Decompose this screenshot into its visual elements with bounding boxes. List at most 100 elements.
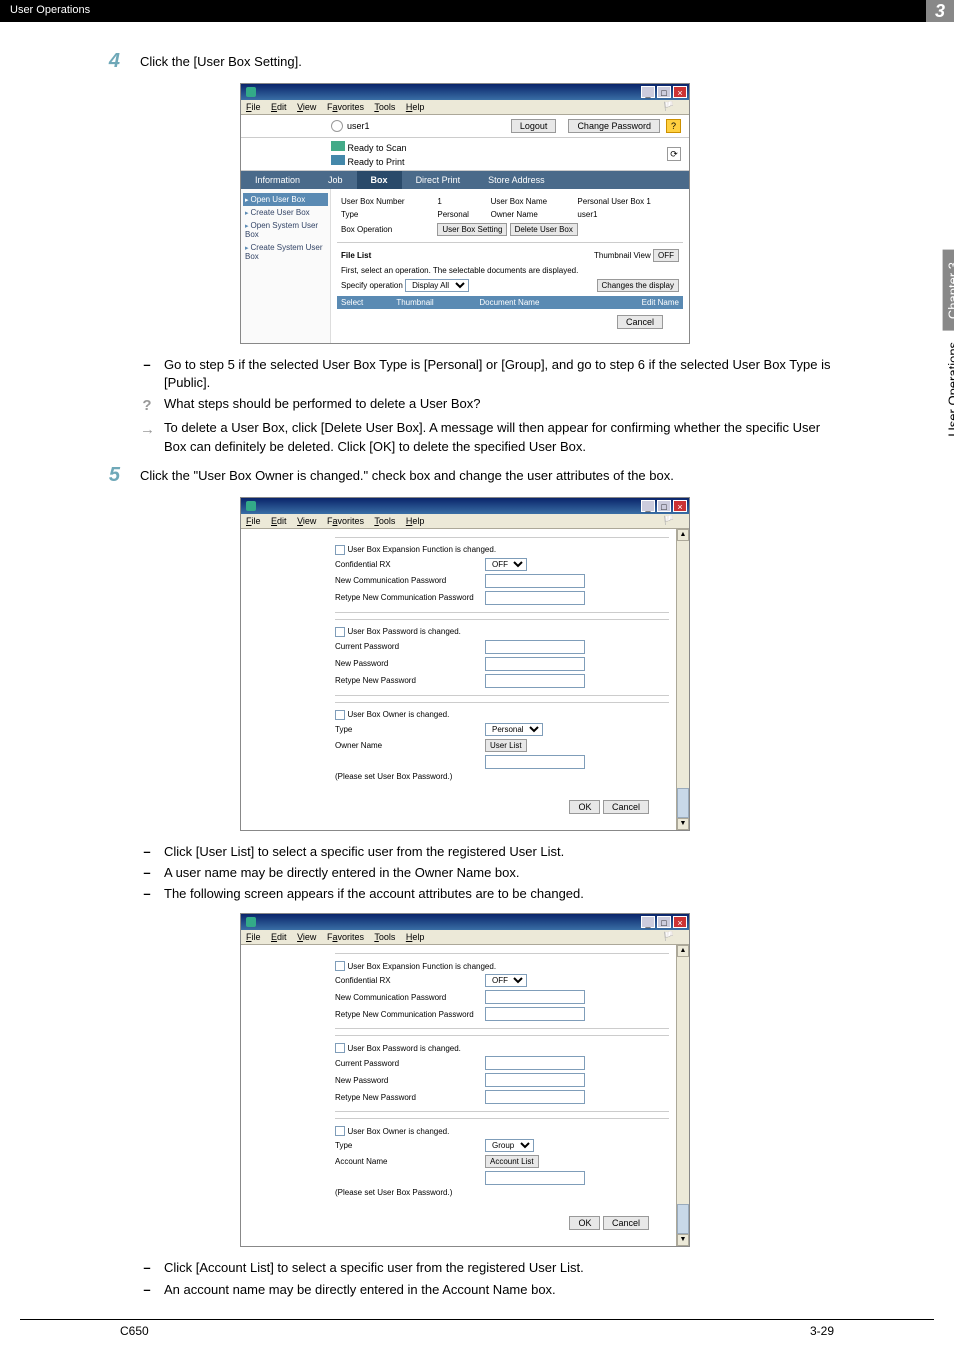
minimize-icon[interactable]: _	[641, 86, 655, 98]
cancel-button[interactable]: Cancel	[617, 315, 663, 329]
retype-password-input[interactable]	[485, 674, 585, 688]
menu-view[interactable]: View	[297, 102, 316, 112]
changes-display-button[interactable]: Changes the display	[597, 279, 680, 292]
user-icon	[331, 120, 343, 132]
user-list-button[interactable]: User List	[485, 739, 527, 752]
instruction-text: First, select an operation. The selectab…	[337, 264, 683, 277]
note-text: To delete a User Box, click [Delete User…	[164, 419, 844, 455]
specify-operation-select[interactable]: Display All	[405, 279, 469, 292]
sidebar-item-create-system-box[interactable]: Create System User Box	[243, 241, 328, 263]
step-4: 4 Click the [User Box Setting].	[100, 50, 844, 73]
new-comm-password-input[interactable]	[485, 574, 585, 588]
label-owner: Owner Name	[487, 208, 574, 221]
checkbox-owner[interactable]	[335, 1126, 345, 1136]
label-password-changed: User Box Password is changed.	[348, 1044, 498, 1053]
minimize-icon[interactable]: _	[641, 916, 655, 928]
dash-icon: –	[140, 356, 154, 392]
scrollbar-thumb[interactable]	[677, 1204, 689, 1234]
refresh-button[interactable]: ⟳	[667, 147, 681, 161]
step-text: Click the [User Box Setting].	[140, 50, 844, 69]
ok-button[interactable]: OK	[569, 800, 600, 814]
retype-password-input[interactable]	[485, 1090, 585, 1104]
menu-tools[interactable]: Tools	[374, 932, 395, 942]
menu-favorites[interactable]: Favorites	[327, 516, 364, 526]
scrollbar-up[interactable]: ▲	[677, 945, 689, 957]
sidebar-item-open-system-box[interactable]: Open System User Box	[243, 219, 328, 241]
label-confidential-rx: Confidential RX	[335, 976, 485, 985]
tab-job[interactable]: Job	[314, 171, 357, 189]
menu-favorites[interactable]: Favorites	[327, 102, 364, 112]
sidebar-item-create-user-box[interactable]: Create User Box	[243, 206, 328, 219]
checkbox-password[interactable]	[335, 1043, 345, 1053]
menu-file[interactable]: File	[246, 102, 261, 112]
menu-tools[interactable]: Tools	[374, 102, 395, 112]
sidebar-item-open-user-box[interactable]: Open User Box	[243, 193, 328, 206]
ok-button[interactable]: OK	[569, 1216, 600, 1230]
delete-user-box-button[interactable]: Delete User Box	[510, 223, 578, 236]
tab-box[interactable]: Box	[357, 171, 402, 189]
step-text: Click the "User Box Owner is changed." c…	[140, 464, 844, 483]
owner-name-input[interactable]	[485, 755, 585, 769]
menu-favorites[interactable]: Favorites	[327, 932, 364, 942]
label-owner-name: Owner Name	[335, 741, 485, 750]
retype-comm-password-input[interactable]	[485, 591, 585, 605]
maximize-icon[interactable]: □	[657, 500, 671, 512]
menu-file[interactable]: File	[246, 516, 261, 526]
confidential-rx-select[interactable]: OFF	[485, 558, 527, 571]
maximize-icon[interactable]: □	[657, 86, 671, 98]
close-icon[interactable]: ×	[673, 500, 687, 512]
current-password-input[interactable]	[485, 640, 585, 654]
menu-help[interactable]: Help	[406, 516, 425, 526]
menu-file[interactable]: File	[246, 932, 261, 942]
current-password-input[interactable]	[485, 1056, 585, 1070]
menu-view[interactable]: View	[297, 932, 316, 942]
type-select[interactable]: Personal	[485, 723, 543, 736]
note-text: What steps should be performed to delete…	[164, 395, 481, 416]
note-text: Click [Account List] to select a specifi…	[164, 1259, 584, 1277]
menu-edit[interactable]: Edit	[271, 932, 287, 942]
cancel-button[interactable]: Cancel	[603, 800, 649, 814]
menu-view[interactable]: View	[297, 516, 316, 526]
new-comm-password-input[interactable]	[485, 990, 585, 1004]
dash-icon: –	[140, 885, 154, 903]
note-text: An account name may be directly entered …	[164, 1281, 556, 1299]
table-header-row: Select Thumbnail Document Name Edit Name	[337, 296, 683, 309]
thumbnail-toggle-button[interactable]: OFF	[653, 249, 679, 262]
checkbox-owner[interactable]	[335, 710, 345, 720]
tab-information[interactable]: Information	[241, 171, 314, 189]
change-password-button[interactable]: Change Password	[568, 119, 660, 133]
chapter-badge: 3	[926, 0, 954, 22]
confidential-rx-select[interactable]: OFF	[485, 974, 527, 987]
menu-edit[interactable]: Edit	[271, 516, 287, 526]
scrollbar-up[interactable]: ▲	[677, 529, 689, 541]
scrollbar-thumb[interactable]	[677, 788, 689, 818]
retype-comm-password-input[interactable]	[485, 1007, 585, 1021]
close-icon[interactable]: ×	[673, 86, 687, 98]
logout-button[interactable]: Logout	[511, 119, 557, 133]
menu-help[interactable]: Help	[406, 932, 425, 942]
help-button[interactable]: ?	[666, 119, 681, 133]
checkbox-expansion[interactable]	[335, 961, 345, 971]
close-icon[interactable]: ×	[673, 916, 687, 928]
new-password-input[interactable]	[485, 657, 585, 671]
step-5: 5 Click the "User Box Owner is changed."…	[100, 464, 844, 487]
minimize-icon[interactable]: _	[641, 500, 655, 512]
user-box-setting-button[interactable]: User Box Setting	[437, 223, 507, 236]
cancel-button[interactable]: Cancel	[603, 1216, 649, 1230]
checkbox-password[interactable]	[335, 627, 345, 637]
account-name-input[interactable]	[485, 1171, 585, 1185]
label-type: Type	[337, 208, 433, 221]
tab-direct-print[interactable]: Direct Print	[402, 171, 475, 189]
menu-edit[interactable]: Edit	[271, 102, 287, 112]
scrollbar-down[interactable]: ▼	[677, 1234, 689, 1246]
value-owner: user1	[573, 208, 683, 221]
type-select[interactable]: Group	[485, 1139, 534, 1152]
account-list-button[interactable]: Account List	[485, 1155, 539, 1168]
tab-store-address[interactable]: Store Address	[474, 171, 559, 189]
maximize-icon[interactable]: □	[657, 916, 671, 928]
menu-help[interactable]: Help	[406, 102, 425, 112]
new-password-input[interactable]	[485, 1073, 585, 1087]
menu-tools[interactable]: Tools	[374, 516, 395, 526]
checkbox-expansion[interactable]	[335, 545, 345, 555]
scrollbar-down[interactable]: ▼	[677, 818, 689, 830]
